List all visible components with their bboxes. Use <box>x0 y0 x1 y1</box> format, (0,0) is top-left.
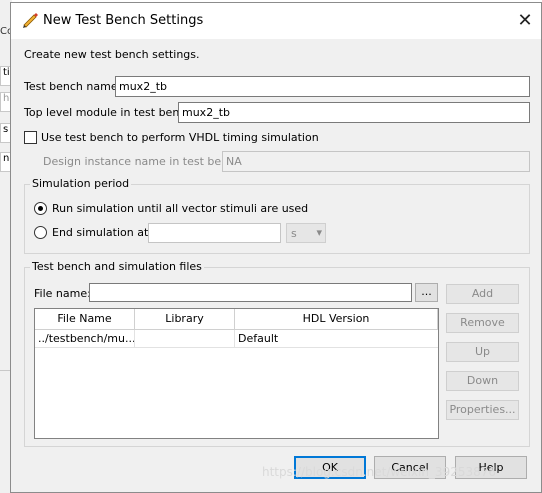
simulation-period-group <box>24 184 530 254</box>
up-button[interactable]: Up <box>446 342 519 362</box>
column-header-library[interactable]: Library <box>135 309 235 330</box>
vhdl-timing-label: Use test bench to perform VHDL timing si… <box>41 131 319 144</box>
cell-hdl-version: Default <box>238 332 279 345</box>
run-all-label: Run simulation until all vector stimuli … <box>52 202 309 215</box>
end-at-input[interactable] <box>148 223 281 243</box>
test-bench-name-label: Test bench name: <box>24 80 122 93</box>
remove-button[interactable]: Remove <box>446 313 519 333</box>
files-group-title: Test bench and simulation files <box>30 260 204 273</box>
column-header-file-name[interactable]: File Name <box>35 309 135 330</box>
cell-library <box>135 330 235 348</box>
file-name-input[interactable] <box>89 283 412 302</box>
file-table: File Name Library HDL Version ../testben… <box>34 308 439 439</box>
test-bench-name-input[interactable]: mux2_tb <box>115 76 530 97</box>
intro-text: Create new test bench settings. <box>24 48 200 61</box>
close-icon[interactable]: ✕ <box>514 11 536 33</box>
cell-file-name: ../testbench/mu... <box>35 330 135 348</box>
end-at-label: End simulation at: <box>52 226 152 239</box>
vhdl-timing-checkbox[interactable] <box>24 131 37 144</box>
unit-value: s <box>291 227 297 240</box>
pencil-icon <box>21 12 39 28</box>
end-at-radio[interactable] <box>34 226 47 239</box>
add-button[interactable]: Add <box>446 284 519 304</box>
down-button[interactable]: Down <box>446 371 519 391</box>
dialog-title: New Test Bench Settings <box>43 13 204 28</box>
run-all-radio[interactable] <box>34 202 47 215</box>
browse-button[interactable]: ... <box>415 283 438 302</box>
design-instance-label: Design instance name in test bench: <box>43 155 245 168</box>
design-instance-input[interactable]: NA <box>222 151 530 172</box>
table-row[interactable]: ../testbench/mu... Default <box>35 330 438 348</box>
top-level-input[interactable]: mux2_tb <box>178 102 530 123</box>
chevron-down-icon: ▾ <box>316 226 322 239</box>
watermark-text: https://blog.csdn.net/weixin_39253876 <box>262 465 497 479</box>
properties-button[interactable]: Properties... <box>446 400 519 420</box>
simulation-period-title: Simulation period <box>30 177 132 190</box>
unit-select[interactable]: s ▾ <box>286 223 326 243</box>
column-header-hdl-version[interactable]: HDL Version <box>235 309 438 330</box>
top-level-label: Top level module in test bench: <box>24 106 197 119</box>
file-name-label: File name: <box>34 287 91 300</box>
